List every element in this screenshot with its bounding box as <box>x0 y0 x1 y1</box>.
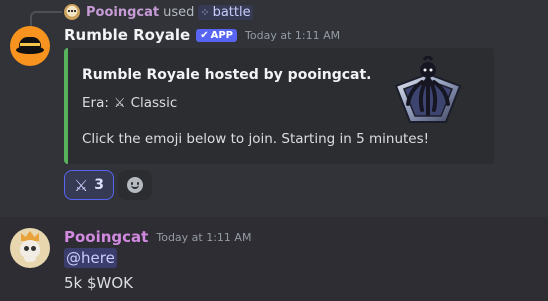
hat-brim <box>16 46 44 54</box>
here-mention[interactable]: @here <box>64 248 117 268</box>
bot-message-header: Rumble Royale ✔ APP Today at 1:11 AM <box>64 26 340 44</box>
interaction-username[interactable]: Pooingcat <box>86 5 159 20</box>
reaction-crossed-swords[interactable]: ⚔ 3 <box>64 170 114 200</box>
embed-era-line: Era: ⚔ Classic <box>82 95 177 111</box>
era-value: Classic <box>130 95 178 111</box>
used-label: used <box>163 4 195 20</box>
interaction-user-avatar[interactable] <box>64 4 80 20</box>
user-username[interactable]: Pooingcat <box>64 228 148 246</box>
slash-command-link[interactable]: ⁘ battle <box>198 4 253 20</box>
reply-connector <box>30 11 62 27</box>
command-icon: ⁘ <box>200 5 210 19</box>
app-badge-label: APP <box>210 29 234 41</box>
skull-eye <box>24 246 29 251</box>
era-label: Era: <box>82 95 109 111</box>
user-avatar[interactable] <box>10 228 50 268</box>
command-usage-bar: Pooingcat used ⁘ battle <box>64 3 253 21</box>
user-message-header: Pooingcat Today at 1:11 AM <box>64 228 251 246</box>
user-message-timestamp[interactable]: Today at 1:11 AM <box>156 231 251 244</box>
skull-eye <box>31 246 36 251</box>
user-message-text: 5k $WOK <box>64 274 134 292</box>
game-embed: Rumble Royale hosted by pooingcat. Era: … <box>64 48 494 164</box>
crossed-swords-icon: ⚔ <box>113 95 126 111</box>
verified-check-icon: ✔ <box>200 29 209 41</box>
bot-avatar[interactable] <box>10 26 50 66</box>
bot-username[interactable]: Rumble Royale <box>64 26 190 44</box>
crossed-swords-icon: ⚔ <box>73 175 89 195</box>
smiley-face-icon <box>127 177 143 193</box>
bot-message-timestamp[interactable]: Today at 1:11 AM <box>245 29 340 42</box>
command-name: battle <box>212 4 251 20</box>
embed-description: Click the emoji below to join. Starting … <box>82 131 430 147</box>
skull-jaw <box>24 256 36 262</box>
embed-title: Rumble Royale hosted by pooingcat. <box>82 67 372 83</box>
embed-thumbnail-logo-icon[interactable] <box>388 56 468 136</box>
reaction-count: 3 <box>94 177 105 193</box>
add-reaction-button[interactable] <box>118 170 152 200</box>
app-badge: ✔ APP <box>196 28 238 42</box>
